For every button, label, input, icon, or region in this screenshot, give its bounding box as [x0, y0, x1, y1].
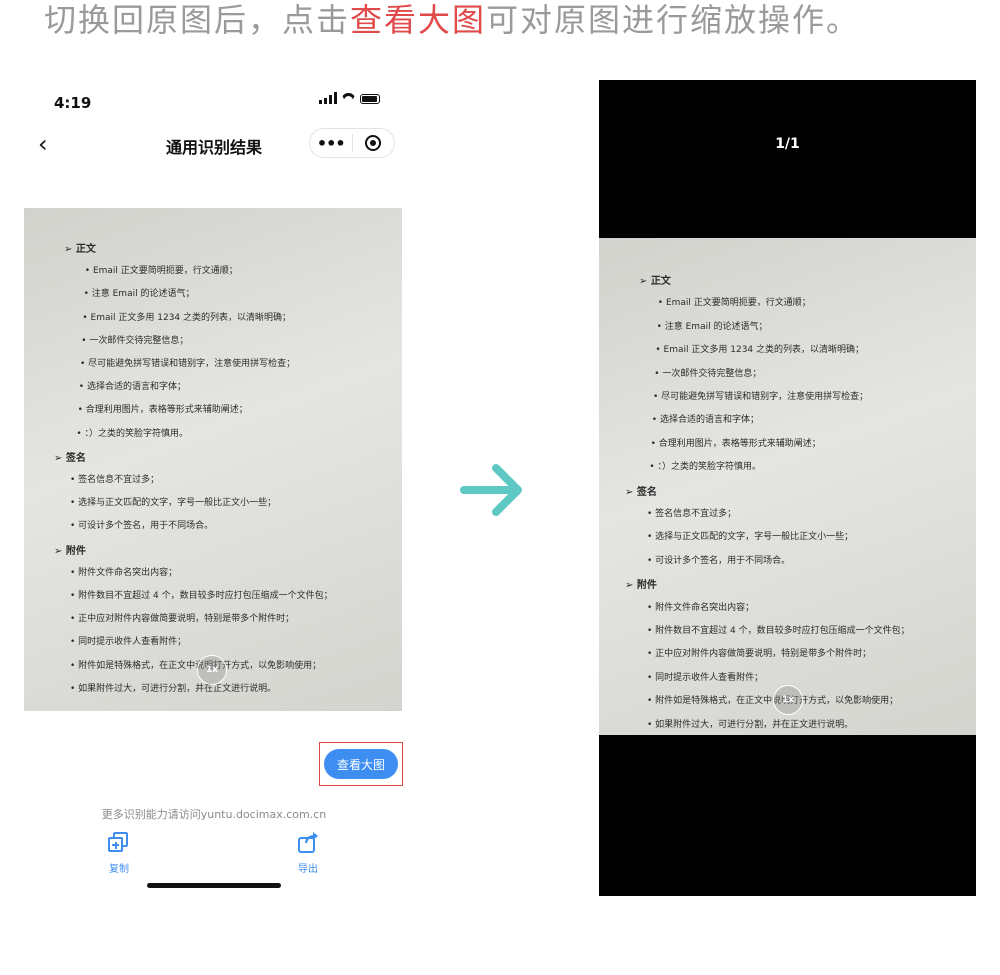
- copy-add-icon: [108, 832, 130, 854]
- document-line: • 尽可能避免拼写错误和错别字，注意使用拼写检查；: [653, 392, 869, 402]
- document-line: • 签名信息不宜过多；: [70, 475, 160, 485]
- cellular-signal-icon: [319, 92, 337, 104]
- caption-highlight: 查看大图: [350, 1, 487, 39]
- document-line: • 附件数目不宜超过 4 个，数目较多时应打包压缩成一个文件包；: [70, 591, 333, 601]
- document-line: • 注意 Email 的论述语气；: [656, 321, 768, 332]
- document-line: ➢ 签名: [625, 486, 657, 498]
- close-miniprogram-icon[interactable]: [353, 135, 395, 151]
- original-document-image[interactable]: ➢ 正文 • Email 正文要简明扼要，行文通顺； • 注意 Email 的论述语…: [24, 208, 402, 711]
- document-line: • 同时提示收件人查看附件；: [70, 637, 187, 648]
- document-line: • 合理利用图片，表格等形式来辅助阐述；: [650, 438, 821, 449]
- document-line: • 附件文件命名突出内容；: [70, 567, 178, 578]
- document-line: • 正中应对附件内容做简要说明，特别是带多个附件时；: [647, 649, 872, 660]
- document-line: • 附件文件命名突出内容；: [647, 602, 755, 613]
- document-line: • Email 正文多用 1234 之类的列表，以清晰明确；: [82, 312, 292, 323]
- page-indicator: 1/1: [775, 136, 800, 152]
- home-indicator: [147, 883, 281, 888]
- status-time: 4:19: [54, 94, 92, 112]
- battery-icon: [360, 94, 380, 104]
- document-line: • 选择与正文匹配的文字，字号一般比正文小一些；: [647, 532, 854, 543]
- document-line: • 一次邮件交待完整信息；: [654, 368, 762, 379]
- view-large-image-button[interactable]: 查看大图: [324, 749, 398, 779]
- copy-label: 复制: [109, 864, 129, 875]
- zoom-level-badge: 1x: [773, 685, 803, 715]
- document-line: • Email 正文多用 1234 之类的列表，以清晰明确；: [655, 345, 865, 356]
- phone-screen-result: 4:19 ‹ 通用识别结果 ••• ➢ 正文 • Email 正文要简明扼要，行文…: [24, 80, 404, 900]
- transition-arrow-icon: [460, 464, 522, 516]
- document-line: • 尽可能避免拼写错误和错别字，注意使用拼写检查；: [80, 359, 296, 369]
- export-action[interactable]: 导出: [278, 832, 338, 875]
- document-line: • Email 正文要简明扼要，行文通顺；: [84, 266, 238, 277]
- document-line: • 如果附件过大，可进行分割，并在正文进行说明。: [647, 719, 854, 730]
- nav-bar: ‹ 通用识别结果 •••: [24, 126, 404, 166]
- document-line: ➢ 附件: [625, 580, 657, 592]
- caption-text-before: 切换回原图后，点击: [44, 1, 351, 39]
- document-line: • Email 正文要简明扼要，行文通顺；: [657, 298, 811, 309]
- instruction-caption: 切换回原图后，点击查看大图可对原图进行缩放操作。: [44, 0, 860, 40]
- document-line: ➢ 正文: [639, 276, 671, 287]
- zoom-level-badge: 1x: [197, 655, 227, 685]
- document-line: • 签名信息不宜过多；: [647, 509, 737, 519]
- document-line: • 注意 Email 的论述语气；: [83, 289, 195, 300]
- wifi-icon: [341, 93, 356, 104]
- more-options-icon[interactable]: •••: [310, 134, 352, 153]
- document-line: • 可设计多个签名，用于不同场合。: [647, 555, 791, 566]
- document-line: • 如果附件过大，可进行分割，并在正文进行说明。: [70, 683, 277, 694]
- large-image-viewer[interactable]: 1/1 ➢ 正文 • Email 正文要简明扼要，行文通顺； • 注意 Email …: [599, 80, 976, 896]
- document-line: • 一次邮件交待完整信息；: [81, 335, 189, 346]
- zoomable-document-image[interactable]: ➢ 正文 • Email 正文要简明扼要，行文通顺； • 注意 Email 的论述语…: [599, 238, 976, 735]
- document-line: ➢ 附件: [54, 545, 86, 557]
- document-line: • 选择合适的语言和字体；: [651, 415, 759, 426]
- document-line: ➢ 签名: [54, 452, 86, 464]
- caption-text-after: 可对原图进行缩放操作。: [486, 1, 861, 39]
- document-line: • 可设计多个签名，用于不同场合。: [70, 521, 214, 532]
- document-line: • ：）之类的笑脸字符慎用。: [76, 428, 189, 439]
- document-line: • 同时提示收件人查看附件；: [647, 672, 764, 683]
- status-icons: [319, 92, 380, 104]
- mini-program-capsule: •••: [309, 128, 395, 158]
- document-line: • ：）之类的笑脸字符慎用。: [649, 462, 762, 473]
- document-line: • 选择合适的语言和字体；: [78, 382, 186, 393]
- export-icon: [297, 832, 319, 854]
- copy-action[interactable]: 复制: [89, 832, 149, 875]
- document-line: ➢ 正文: [64, 244, 96, 255]
- document-line: • 正中应对附件内容做简要说明，特别是带多个附件时；: [70, 614, 295, 625]
- document-line: • 附件如是特殊格式，在正文中说明打开方式，以免影响使用；: [70, 660, 322, 671]
- document-line: • 附件数目不宜超过 4 个，数目较多时应打包压缩成一个文件包；: [647, 626, 910, 636]
- highlight-frame: 查看大图: [319, 742, 403, 786]
- document-line: • 选择与正文匹配的文字，字号一般比正文小一些；: [70, 498, 277, 509]
- export-label: 导出: [298, 864, 318, 875]
- more-capabilities-text: 更多识别能力请访问yuntu.docimax.com.cn: [101, 808, 327, 821]
- document-line: • 合理利用图片，表格等形式来辅助阐述；: [77, 405, 248, 416]
